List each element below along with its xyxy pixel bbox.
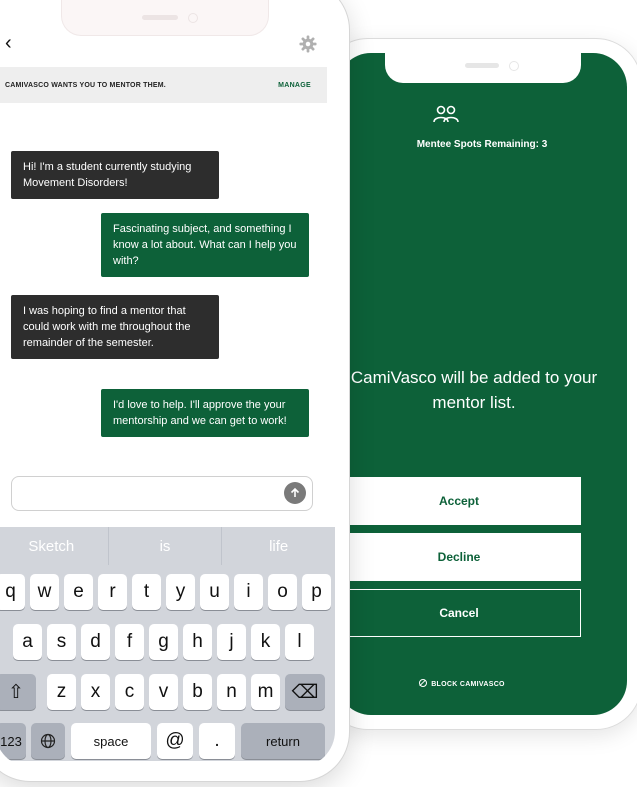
suggestion[interactable]: life bbox=[222, 527, 335, 565]
numbers-key[interactable]: 123 bbox=[0, 723, 26, 759]
key-p[interactable]: p bbox=[302, 574, 331, 610]
return-key[interactable]: return bbox=[241, 723, 325, 759]
space-key[interactable]: space bbox=[71, 723, 151, 759]
mentor-request-phone: Mentee Spots Remaining: 3 CamiVasco will… bbox=[322, 38, 637, 730]
key-g[interactable]: g bbox=[149, 624, 178, 660]
autocomplete-bar: Sketch is life bbox=[0, 527, 335, 565]
key-x[interactable]: x bbox=[81, 674, 110, 710]
key-b[interactable]: b bbox=[183, 674, 212, 710]
key-v[interactable]: v bbox=[149, 674, 178, 710]
key-k[interactable]: k bbox=[251, 624, 280, 660]
chat-message: I was hoping to find a mentor that could… bbox=[11, 295, 219, 359]
key-o[interactable]: o bbox=[268, 574, 297, 610]
decline-button[interactable]: Decline bbox=[337, 533, 581, 581]
mentor-request-screen: Mentee Spots Remaining: 3 CamiVasco will… bbox=[337, 53, 627, 715]
key-c[interactable]: c bbox=[115, 674, 144, 710]
period-key[interactable]: . bbox=[199, 723, 235, 759]
chevron-left-icon[interactable]: ‹ bbox=[5, 33, 12, 53]
shift-key[interactable]: ⇧ bbox=[0, 674, 36, 710]
globe-icon bbox=[40, 733, 56, 749]
delete-key[interactable]: ⌫ bbox=[285, 674, 325, 710]
chat-message: Fascinating subject, and something I kno… bbox=[101, 213, 309, 277]
phone-notch bbox=[61, 0, 269, 36]
globe-key[interactable] bbox=[31, 723, 65, 759]
block-user-link[interactable]: BLOCK CAMIVASCO bbox=[337, 679, 587, 688]
cancel-button[interactable]: Cancel bbox=[337, 589, 581, 637]
key-i[interactable]: i bbox=[234, 574, 263, 610]
mentee-spots-remaining: Mentee Spots Remaining: 3 bbox=[416, 139, 548, 150]
key-h[interactable]: h bbox=[183, 624, 212, 660]
message-input[interactable] bbox=[20, 477, 274, 510]
keyboard: Sketch is life q w e r t y u i o p a s d f g h j k l ⇧ z x c v b… bbox=[0, 527, 335, 761]
arrow-up-icon[interactable] bbox=[284, 482, 306, 504]
chat-message: I'd love to help. I'll approve the your … bbox=[101, 389, 309, 437]
key-e[interactable]: e bbox=[64, 574, 93, 610]
key-w[interactable]: w bbox=[30, 574, 59, 610]
mentee-group-icon bbox=[433, 105, 459, 123]
phone-notch bbox=[385, 53, 581, 83]
key-z[interactable]: z bbox=[47, 674, 76, 710]
key-j[interactable]: j bbox=[217, 624, 246, 660]
at-key[interactable]: @ bbox=[157, 723, 193, 759]
key-m[interactable]: m bbox=[251, 674, 280, 710]
chat-screen: ‹ CAMIVASCO WANTS YOU TO MENTOR THEM. MA… bbox=[0, 0, 335, 767]
key-y[interactable]: y bbox=[166, 574, 195, 610]
mentor-request-banner: CAMIVASCO WANTS YOU TO MENTOR THEM. MANA… bbox=[0, 67, 327, 103]
banner-text: CAMIVASCO WANTS YOU TO MENTOR THEM. bbox=[5, 81, 166, 89]
key-d[interactable]: d bbox=[81, 624, 110, 660]
accept-button[interactable]: Accept bbox=[337, 477, 581, 525]
request-message: CamiVasco will be added to your mentor l… bbox=[350, 368, 598, 412]
suggestion[interactable]: is bbox=[109, 527, 223, 565]
key-f[interactable]: f bbox=[115, 624, 144, 660]
key-s[interactable]: s bbox=[47, 624, 76, 660]
key-u[interactable]: u bbox=[200, 574, 229, 610]
key-l[interactable]: l bbox=[285, 624, 314, 660]
message-composer bbox=[11, 476, 313, 511]
gear-icon[interactable] bbox=[299, 35, 317, 53]
manage-link[interactable]: MANAGE bbox=[278, 82, 311, 89]
key-r[interactable]: r bbox=[98, 574, 127, 610]
suggestion[interactable]: Sketch bbox=[0, 527, 109, 565]
key-a[interactable]: a bbox=[13, 624, 42, 660]
key-n[interactable]: n bbox=[217, 674, 246, 710]
chat-phone: ‹ CAMIVASCO WANTS YOU TO MENTOR THEM. MA… bbox=[0, 0, 350, 782]
chat-message: Hi! I'm a student currently studying Mov… bbox=[11, 151, 219, 199]
key-t[interactable]: t bbox=[132, 574, 161, 610]
key-q[interactable]: q bbox=[0, 574, 25, 610]
block-user-label: BLOCK CAMIVASCO bbox=[431, 681, 505, 688]
block-icon bbox=[419, 679, 428, 687]
